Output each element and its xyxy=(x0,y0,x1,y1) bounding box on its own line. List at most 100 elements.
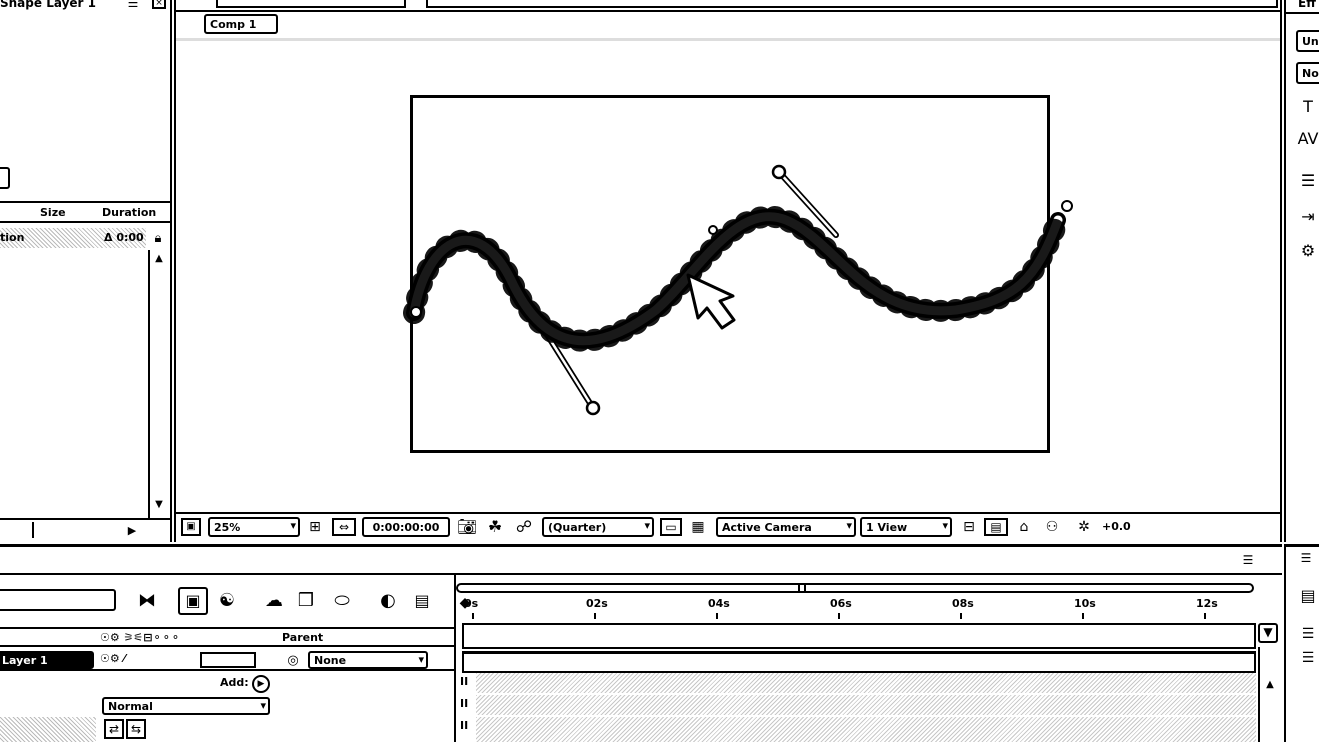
scroll-up-icon[interactable]: ▲ xyxy=(152,252,166,266)
ruler-tick xyxy=(838,613,840,619)
info-panel: ☰ ▤ ☰ ☰ xyxy=(1284,544,1319,742)
safe-zones-icon[interactable]: ⊞ xyxy=(304,518,326,536)
views-dropdown[interactable]: 1 View xyxy=(860,517,952,537)
hide-shy-icon[interactable]: ☯ xyxy=(212,587,242,615)
timecode-display[interactable]: 0:00:00:00 xyxy=(362,517,450,537)
frame-blending-icon[interactable]: ☁ xyxy=(258,587,290,615)
exposure-value[interactable]: +0.0 xyxy=(1102,520,1131,533)
effects-panel: Eff Un No T AV ☰ ⇥ ⚙ xyxy=(1284,0,1319,542)
thumbnail-button[interactable] xyxy=(0,167,10,189)
ruler-tick-label: 04s xyxy=(708,597,730,610)
grid-icon[interactable]: ⇔ xyxy=(332,518,356,536)
close-panel-icon[interactable]: × xyxy=(152,0,166,9)
time-ruler[interactable]: 0s 02s 04s 06s 08s 10s 12s ◆ xyxy=(456,583,1256,625)
layer-switch-boxes[interactable] xyxy=(200,652,256,668)
sub-row[interactable] xyxy=(0,717,96,742)
lock-icon[interactable]: 🔒︎ xyxy=(148,228,168,248)
kerning-icon[interactable]: AV xyxy=(1296,128,1319,150)
list-item[interactable]: tion Δ 0:00 xyxy=(0,228,146,248)
align-left-icon[interactable]: ☰ xyxy=(1296,623,1319,645)
layer-name[interactable]: Layer 1 xyxy=(0,651,94,669)
indent-icon[interactable]: ⇥ xyxy=(1296,206,1319,228)
camera-snapshot-icon[interactable]: 📷︎ xyxy=(456,518,478,536)
timeline-scroll-right[interactable]: ▼ xyxy=(1258,623,1278,643)
cursor-icon xyxy=(686,273,736,330)
baseline-icon[interactable]: ⚙ xyxy=(1296,240,1319,262)
layer-duration-bar[interactable] xyxy=(462,651,1256,673)
viewer-toolbar: ▣ 25% ⊞ ⇔ 0:00:00:00 📷︎ ☘ ☍ (Quarter) ▭ … xyxy=(176,512,1280,540)
search-input[interactable] xyxy=(0,589,116,611)
resolution-dropdown[interactable]: (Quarter) xyxy=(542,517,654,537)
timeline-scroll-up-icon[interactable]: ▲ xyxy=(1262,677,1278,693)
ruler-tick xyxy=(960,613,962,619)
toggle-icon[interactable]: ⇆ xyxy=(126,719,146,739)
shape-path[interactable] xyxy=(176,0,1280,520)
ruler-tick xyxy=(594,613,596,619)
ruler-tick-label: 10s xyxy=(1074,597,1096,610)
layer-switches[interactable]: ☉⚙ ⁄ xyxy=(100,652,125,665)
scroll-down-icon[interactable]: ▼ xyxy=(152,498,166,512)
camera-dropdown[interactable]: Active Camera xyxy=(716,517,856,537)
graph-editor-icon[interactable]: ◐ xyxy=(372,587,404,615)
zoom-dropdown[interactable]: 25% xyxy=(208,517,300,537)
link-icon[interactable]: ⇄ xyxy=(104,719,124,739)
ruler-tick xyxy=(1082,613,1084,619)
item-name: tion xyxy=(0,231,25,244)
fast-preview-icon[interactable]: ▤ xyxy=(984,518,1008,536)
timeline-icon[interactable]: ⌂ xyxy=(1012,518,1036,536)
brainstorm-icon[interactable]: ⬭ xyxy=(326,587,358,615)
text-icon[interactable]: T xyxy=(1296,96,1319,118)
channel-icon[interactable]: ☍ xyxy=(512,518,536,536)
timeline-panel: ☰ ⧓ ▣ ☯ ☁ ❒ ⬭ ◐ ▤ 0s 02s 04s 06s 08s 10s 12s ◆… xyxy=(0,544,1282,742)
ruler-tick-label: 08s xyxy=(952,597,974,610)
contents-row: Add: ▶ xyxy=(0,673,456,695)
scroll-thumb[interactable] xyxy=(0,522,34,538)
timeline-track-header xyxy=(462,623,1256,649)
flowchart-icon[interactable]: ⚇ xyxy=(1040,518,1064,536)
ruler-tick-label: 12s xyxy=(1196,597,1218,610)
work-area-end-handle[interactable] xyxy=(798,583,806,593)
horizontal-scrollbar[interactable]: ▶ xyxy=(0,518,170,540)
composition-panel: Comp 1 ▣ 25% ⊞ ⇔ 0:00:00:00 📷︎ ☘ ☍ (Quar… xyxy=(174,0,1282,542)
playhead-handle[interactable]: ◆ xyxy=(456,593,474,613)
transparency-grid-icon[interactable]: ▦ xyxy=(686,518,710,536)
vertical-scrollbar[interactable]: ▲ ▼ xyxy=(148,250,168,518)
column-header: Size Duration xyxy=(0,205,170,223)
panel-menu-icon[interactable]: ☰ xyxy=(123,0,143,9)
divider xyxy=(0,201,170,203)
column-duration[interactable]: Duration xyxy=(102,206,156,219)
toggle-pixel-icon[interactable]: ⊟ xyxy=(958,518,980,536)
spiral-icon[interactable]: ◎ xyxy=(284,651,302,669)
work-area-bar[interactable] xyxy=(456,583,1254,593)
track-row-3-marker: II xyxy=(460,719,469,732)
always-preview-icon[interactable]: ▣ xyxy=(181,518,201,536)
align-right-icon[interactable]: ☰ xyxy=(1296,647,1319,669)
motion-blur-icon[interactable]: ❒ xyxy=(290,587,322,615)
item-duration: Δ 0:00 xyxy=(104,231,144,244)
add-button-icon[interactable]: ▶ xyxy=(252,675,270,693)
ruler-tick xyxy=(716,613,718,619)
region-of-interest-icon[interactable]: ▭ xyxy=(660,518,682,536)
track-row-3 xyxy=(476,717,1256,742)
effects-item-0[interactable]: Un xyxy=(1296,30,1319,52)
show-snapshot-icon[interactable]: ☘ xyxy=(484,518,506,536)
draft-3d-icon[interactable]: ▣ xyxy=(178,587,208,615)
ruler-tick-label: 06s xyxy=(830,597,852,610)
blend-mode-dropdown[interactable]: Normal xyxy=(102,697,270,715)
effects-item-1[interactable]: No xyxy=(1296,62,1319,84)
column-size[interactable]: Size xyxy=(40,206,66,219)
scroll-right-icon[interactable]: ▶ xyxy=(124,522,140,538)
composition-mini-flowchart-icon[interactable]: ⧓ xyxy=(130,589,164,613)
table-row[interactable]: Layer 1 ☉⚙ ⁄ ◎ None xyxy=(0,649,456,671)
info-menu-icon[interactable]: ☰ xyxy=(1294,551,1318,565)
divider xyxy=(0,573,1282,575)
reset-exposure-icon[interactable]: ✲ xyxy=(1072,518,1096,536)
track-row-1 xyxy=(476,673,1256,693)
paragraph-icon[interactable]: ▤ xyxy=(1296,585,1319,607)
timeline-vscroll[interactable]: ▲ xyxy=(1258,647,1280,742)
timeline-menu-icon[interactable]: ☰ xyxy=(1236,553,1260,567)
parent-dropdown[interactable]: None xyxy=(308,651,428,669)
effects-panel-title: Eff xyxy=(1298,0,1316,10)
keyframes-icon[interactable]: ▤ xyxy=(406,587,438,615)
align-icon[interactable]: ☰ xyxy=(1296,170,1319,192)
